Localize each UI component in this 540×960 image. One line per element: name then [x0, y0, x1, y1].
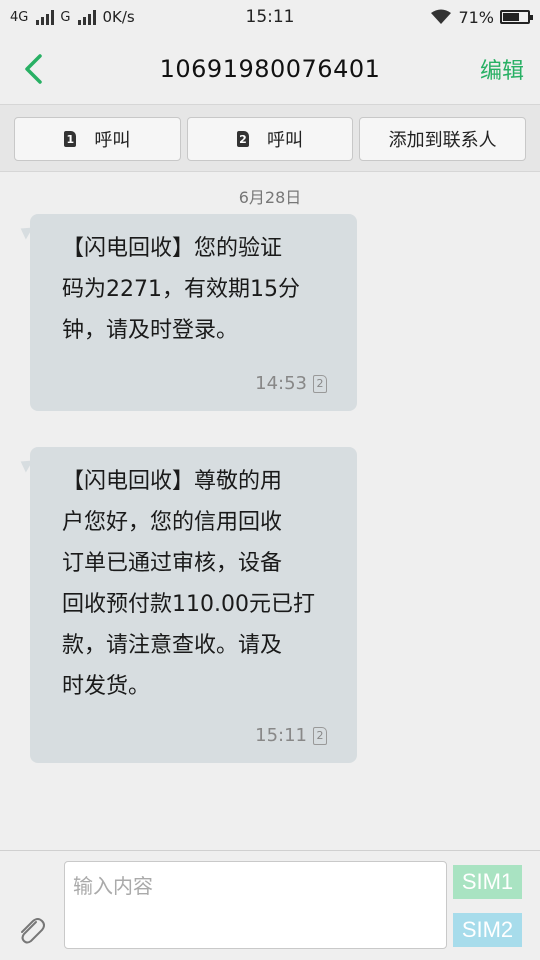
sim-card-icon: 2 — [313, 374, 327, 393]
network-type-2: G — [60, 9, 71, 25]
send-sim2-button[interactable]: SIM2 — [453, 913, 522, 947]
action-bar: 1 呼叫 2 呼叫 添加到联系人 — [0, 104, 540, 172]
back-button[interactable] — [20, 52, 50, 86]
data-speed: 0K/s — [102, 8, 135, 26]
message-input[interactable] — [64, 861, 447, 949]
signal-icon — [36, 9, 55, 25]
sim1-icon: 1 — [64, 131, 77, 147]
message-time: 14:53 — [255, 373, 307, 394]
status-left: 4G G 0K/s — [10, 8, 135, 26]
composer-bar: SIM1 SIM2 — [0, 850, 540, 960]
call-sim1-label: 呼叫 — [94, 130, 131, 151]
send-sim1-button[interactable]: SIM1 — [453, 865, 522, 899]
edit-button[interactable]: 编辑 — [480, 53, 524, 85]
signal-icon — [78, 9, 97, 25]
add-contact-button[interactable]: 添加到联系人 — [359, 117, 527, 161]
message-text: 【闪电回收】尊敬的用 户您好，您的信用回收 订单已通过审核，设备 回收预付款11… — [62, 469, 315, 699]
network-type-1: 4G — [10, 9, 29, 25]
wifi-icon — [431, 9, 452, 24]
message-time: 15:11 — [255, 725, 307, 746]
date-separator: 6月28日 — [238, 188, 302, 207]
call-sim2-label: 呼叫 — [267, 130, 303, 151]
chevron-left-icon — [25, 54, 42, 84]
status-bar: 4G G 0K/s 15:11 71% — [0, 0, 540, 34]
battery-icon — [500, 10, 533, 24]
sim-card-icon: 2 — [313, 726, 327, 745]
status-right: 71% — [430, 7, 533, 27]
message-text: 【闪电回收】您的验证 码为2271，有效期15分 钟，请及时登录。 — [62, 236, 300, 343]
message-bubble[interactable]: 【闪电回收】尊敬的用 户您好，您的信用回收 订单已通过审核，设备 回收预付款11… — [30, 447, 357, 763]
attach-button[interactable] — [14, 913, 48, 947]
paperclip-icon — [21, 918, 45, 944]
conversation-header: 10691980076401 编辑 — [0, 34, 540, 104]
sim2-icon: 2 — [237, 131, 249, 147]
call-sim2-button[interactable]: 2 呼叫 — [186, 117, 354, 161]
status-time: 15:11 — [245, 7, 295, 27]
message-meta: 15:11 2 — [255, 725, 327, 746]
add-contact-label: 添加到联系人 — [388, 130, 497, 151]
call-sim1-button[interactable]: 1 呼叫 — [14, 117, 181, 161]
message-bubble[interactable]: 【闪电回收】您的验证 码为2271，有效期15分 钟，请及时登录。 14:53 … — [30, 214, 357, 411]
page-title: 10691980076401 — [159, 55, 381, 83]
message-list[interactable]: 6月28日 【闪电回收】您的验证 码为2271，有效期15分 钟，请及时登录。 … — [0, 172, 540, 850]
message-meta: 14:53 2 — [255, 373, 327, 394]
battery-percent: 71% — [458, 7, 494, 27]
